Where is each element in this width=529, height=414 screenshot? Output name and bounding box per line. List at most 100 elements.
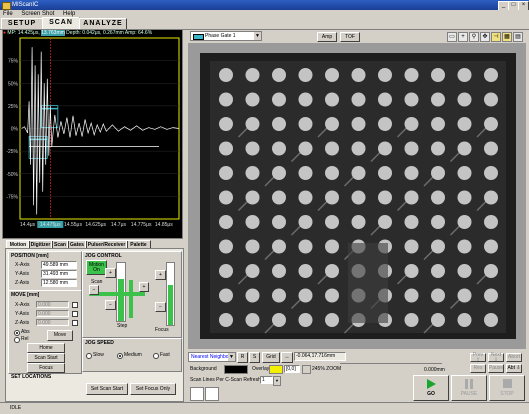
move-y-field[interactable]: 0.000 [36,310,69,317]
abort-button[interactable]: Abort [506,353,522,362]
set-scan-start-button[interactable]: Set Scan Start [86,383,128,395]
solder-ball [298,239,313,254]
solder-ball [484,166,498,180]
gate-color-swatch [193,34,204,40]
cscan-image-canvas[interactable] [188,43,526,349]
focus-button[interactable]: Focus [27,363,65,373]
crosshair-icon[interactable]: + [458,32,468,42]
move-x-field[interactable]: 0.000 [36,301,69,308]
select-icon[interactable]: ▭ [447,32,457,42]
interp-select[interactable]: Nearest Neighbor ▼ [188,352,236,362]
ascan-plot[interactable]: 75%50%25%0%-25%-50%-75%14.4μs 14.475μs 14.… [3,36,182,238]
solder-ball [404,313,419,327]
focus-axis-slider[interactable] [166,262,175,326]
chevron-down-icon[interactable]: ▼ [228,353,235,361]
next-button[interactable]: Next ⇩ [488,352,504,362]
move-y-checkbox[interactable] [72,311,78,317]
background-color-swatch[interactable] [224,365,248,374]
ascan-chart[interactable]: ● MP: 14.425μs, 13.763mm Depth: 0.042μs,… [2,29,183,239]
solder-ball [325,141,339,156]
palette-icon[interactable]: ▦ [502,32,512,42]
stop-icon [502,379,512,388]
tof-button[interactable]: TOF [340,32,360,42]
pause-button[interactable]: PAUSE [451,375,487,401]
solder-ball [298,264,313,278]
step-axis-bar-v[interactable] [129,280,133,318]
solder-ball [325,92,339,107]
pause-small-button[interactable]: Pause [488,364,504,373]
y-tick-label: -75% [6,194,18,200]
stop-button[interactable]: STOP [489,375,525,401]
x-tick-label: 14.625μs [85,222,106,228]
solder-ball [272,92,286,107]
overlay-color-swatch[interactable] [269,365,283,374]
tab-setup[interactable]: SETUP [1,18,43,29]
speed-medium-radio[interactable] [117,353,123,359]
solder-ball [219,117,233,131]
jog-left-button[interactable]: − [89,285,99,295]
res-button[interactable]: Res [470,364,486,373]
overlay-toggle-icon[interactable] [302,365,311,374]
scan-lines-input[interactable]: 1 [260,376,273,384]
solder-ball [378,141,392,156]
home-button[interactable]: Home [27,343,65,353]
prev-button[interactable]: Prev ⇧ [470,352,486,362]
solder-ball [378,166,392,180]
position-z-field: 12.580 mm [41,279,77,287]
move-button[interactable]: Move [47,330,73,341]
speed-fast-radio[interactable] [153,353,159,359]
move-x-checkbox[interactable] [72,302,78,308]
solder-ball [325,215,339,229]
solder-ball [272,215,286,229]
solder-ball [219,264,233,278]
abt-button[interactable]: Abt ⇩ [506,364,522,373]
solder-ball [245,215,260,229]
solder-ball [484,190,498,205]
solder-ball [245,68,260,82]
measure-arrows-icon[interactable]: ↔ [281,352,293,363]
solder-ball [245,117,260,131]
amp-button[interactable]: Amp [317,32,337,42]
jog-down-button[interactable]: − [105,300,116,310]
chevron-down-icon[interactable]: ▼ [273,376,281,386]
save-image-icon[interactable] [205,387,219,401]
y-tick-label: -50% [6,172,18,178]
export-image-icon[interactable] [190,387,204,401]
position-x-field: 49.589 mm [41,261,77,269]
chevron-down-icon[interactable]: ▼ [254,32,261,40]
r-button[interactable]: R [237,352,248,363]
menu-file[interactable]: File [3,11,13,17]
focus-up-button[interactable]: + [155,270,166,280]
solder-ball [272,117,286,131]
gate-select[interactable]: Phase Gate 1 ▼ [190,31,262,41]
ruler-icon[interactable]: ⊣ [491,32,501,42]
abs-radio[interactable] [14,330,20,336]
grid-button[interactable]: Grid [262,352,280,363]
position-title: POSITION [mm] [11,253,49,259]
overlay-value[interactable]: [0,0] [284,365,300,373]
solder-ball [298,190,313,205]
set-focus-only-button[interactable]: Set Focus Only [130,383,176,395]
s-button[interactable]: S [249,352,260,363]
move-z-field[interactable]: 0.000 [36,319,69,326]
speed-slow-radio[interactable] [86,353,92,359]
position-readout: 0.000mm [424,367,445,373]
cscan-image[interactable] [188,43,526,349]
scan-start-button[interactable]: Scan Start [27,353,65,363]
jog-up-button[interactable]: + [105,268,116,278]
rel-radio[interactable] [14,337,20,343]
motion-on-button[interactable]: Motion On [86,260,107,275]
background-label: Background [190,366,217,372]
jog-right-button[interactable]: + [139,282,149,292]
position-group: POSITION [mm] X-Axis 49.589 mm Y-Axis 31… [8,251,82,291]
jog-control-title: JOG CONTROL [85,253,122,259]
tab-analyze[interactable]: ANALYZE [79,18,127,29]
move-z-label: Z-Axis [15,320,30,326]
grid-icon[interactable]: ▤ [513,32,523,42]
zoom-icon[interactable]: ⚲ [469,32,479,42]
scan-slider-fill [118,279,124,321]
focus-down-button[interactable]: − [155,302,166,312]
move-z-checkbox[interactable] [72,320,78,326]
go-button[interactable]: GO [413,375,449,401]
move-icon[interactable]: ✥ [480,32,490,42]
